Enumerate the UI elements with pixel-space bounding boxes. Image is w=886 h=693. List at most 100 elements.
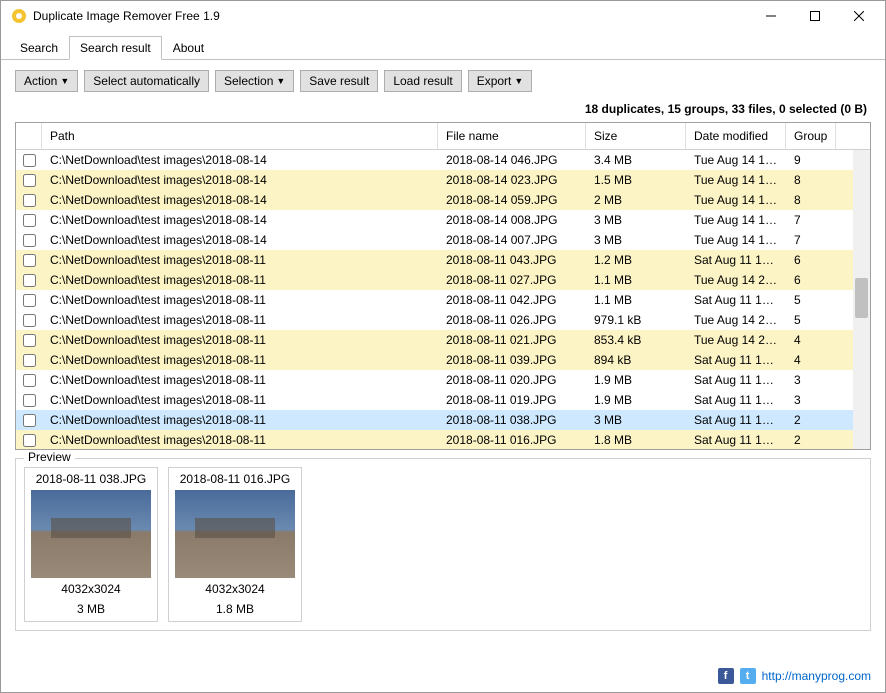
chevron-down-icon: ▼ <box>60 76 69 86</box>
thumb-size: 1.8 MB <box>169 602 301 618</box>
row-checkbox[interactable] <box>16 392 42 409</box>
cell-file: 2018-08-11 038.JPG <box>438 411 586 429</box>
row-checkbox[interactable] <box>16 332 42 349</box>
selection-button[interactable]: Selection▼ <box>215 70 294 92</box>
row-checkbox[interactable] <box>16 292 42 309</box>
cell-size: 3 MB <box>586 211 686 229</box>
cell-file: 2018-08-11 027.JPG <box>438 271 586 289</box>
row-checkbox[interactable] <box>16 172 42 189</box>
col-date[interactable]: Date modified <box>686 123 786 149</box>
table-row[interactable]: C:\NetDownload\test images\2018-08-14201… <box>16 190 870 210</box>
thumbnail-card[interactable]: 2018-08-11 016.JPG4032x30241.8 MB <box>168 467 302 622</box>
thumbnail-card[interactable]: 2018-08-11 038.JPG4032x30243 MB <box>24 467 158 622</box>
row-checkbox[interactable] <box>16 412 42 429</box>
cell-group: 5 <box>786 311 836 329</box>
select-automatically-button[interactable]: Select automatically <box>84 70 209 92</box>
cell-date: Tue Aug 14 15:... <box>686 151 786 169</box>
cell-path: C:\NetDownload\test images\2018-08-11 <box>42 251 438 269</box>
table-row[interactable]: C:\NetDownload\test images\2018-08-14201… <box>16 230 870 250</box>
table-row[interactable]: C:\NetDownload\test images\2018-08-11201… <box>16 430 870 449</box>
cell-path: C:\NetDownload\test images\2018-08-14 <box>42 231 438 249</box>
cell-file: 2018-08-11 019.JPG <box>438 391 586 409</box>
cell-file: 2018-08-14 008.JPG <box>438 211 586 229</box>
cell-path: C:\NetDownload\test images\2018-08-14 <box>42 191 438 209</box>
table-row[interactable]: C:\NetDownload\test images\2018-08-11201… <box>16 250 870 270</box>
cell-file: 2018-08-14 007.JPG <box>438 231 586 249</box>
cell-date: Tue Aug 14 22:... <box>686 271 786 289</box>
thumb-image <box>175 490 295 578</box>
save-result-button[interactable]: Save result <box>300 70 378 92</box>
cell-path: C:\NetDownload\test images\2018-08-14 <box>42 151 438 169</box>
scrollbar-thumb[interactable] <box>855 278 868 318</box>
col-group[interactable]: Group <box>786 123 836 149</box>
export-button[interactable]: Export▼ <box>468 70 533 92</box>
cell-group: 7 <box>786 231 836 249</box>
maximize-button[interactable] <box>793 1 837 31</box>
table-body: C:\NetDownload\test images\2018-08-14201… <box>16 150 870 449</box>
cell-path: C:\NetDownload\test images\2018-08-11 <box>42 371 438 389</box>
thumb-image <box>31 490 151 578</box>
facebook-icon[interactable]: f <box>718 668 734 684</box>
table-row[interactable]: C:\NetDownload\test images\2018-08-11201… <box>16 270 870 290</box>
col-checkbox[interactable] <box>16 123 42 149</box>
cell-file: 2018-08-11 042.JPG <box>438 291 586 309</box>
cell-date: Tue Aug 14 15:... <box>686 211 786 229</box>
row-checkbox[interactable] <box>16 192 42 209</box>
chevron-down-icon: ▼ <box>276 76 285 86</box>
preview-panel: Preview 2018-08-11 038.JPG4032x30243 MB2… <box>15 458 871 631</box>
table-row[interactable]: C:\NetDownload\test images\2018-08-11201… <box>16 350 870 370</box>
table-row[interactable]: C:\NetDownload\test images\2018-08-11201… <box>16 290 870 310</box>
cell-group: 8 <box>786 171 836 189</box>
cell-path: C:\NetDownload\test images\2018-08-11 <box>42 351 438 369</box>
tab-search[interactable]: Search <box>9 36 69 60</box>
tab-about[interactable]: About <box>162 36 215 60</box>
table-row[interactable]: C:\NetDownload\test images\2018-08-14201… <box>16 150 870 170</box>
table-row[interactable]: C:\NetDownload\test images\2018-08-11201… <box>16 370 870 390</box>
thumb-filename: 2018-08-11 016.JPG <box>169 468 301 490</box>
cell-size: 1.5 MB <box>586 171 686 189</box>
tab-search-result[interactable]: Search result <box>69 36 162 60</box>
col-path[interactable]: Path <box>42 123 438 149</box>
titlebar: Duplicate Image Remover Free 1.9 <box>1 1 885 31</box>
cell-path: C:\NetDownload\test images\2018-08-11 <box>42 271 438 289</box>
table-row[interactable]: C:\NetDownload\test images\2018-08-14201… <box>16 170 870 190</box>
col-size[interactable]: Size <box>586 123 686 149</box>
twitter-icon[interactable]: t <box>740 668 756 684</box>
cell-date: Tue Aug 14 22:... <box>686 311 786 329</box>
action-button[interactable]: Action▼ <box>15 70 78 92</box>
cell-path: C:\NetDownload\test images\2018-08-14 <box>42 171 438 189</box>
row-checkbox[interactable] <box>16 372 42 389</box>
table-header: Path File name Size Date modified Group <box>16 123 870 150</box>
cell-path: C:\NetDownload\test images\2018-08-11 <box>42 431 438 449</box>
cell-date: Sat Aug 11 19:... <box>686 291 786 309</box>
row-checkbox[interactable] <box>16 212 42 229</box>
row-checkbox[interactable] <box>16 232 42 249</box>
table-row[interactable]: C:\NetDownload\test images\2018-08-11201… <box>16 390 870 410</box>
row-checkbox[interactable] <box>16 352 42 369</box>
row-checkbox[interactable] <box>16 312 42 329</box>
cell-path: C:\NetDownload\test images\2018-08-11 <box>42 391 438 409</box>
col-file[interactable]: File name <box>438 123 586 149</box>
row-checkbox[interactable] <box>16 272 42 289</box>
row-checkbox[interactable] <box>16 252 42 269</box>
cell-size: 1.1 MB <box>586 291 686 309</box>
cell-date: Sat Aug 11 19:... <box>686 351 786 369</box>
minimize-button[interactable] <box>749 1 793 31</box>
load-result-button[interactable]: Load result <box>384 70 461 92</box>
close-button[interactable] <box>837 1 881 31</box>
cell-path: C:\NetDownload\test images\2018-08-11 <box>42 411 438 429</box>
cell-group: 9 <box>786 151 836 169</box>
row-checkbox[interactable] <box>16 432 42 449</box>
cell-file: 2018-08-11 020.JPG <box>438 371 586 389</box>
cell-group: 4 <box>786 351 836 369</box>
cell-group: 5 <box>786 291 836 309</box>
row-checkbox[interactable] <box>16 152 42 169</box>
toolbar: Action▼ Select automatically Selection▼ … <box>1 60 885 98</box>
table-row[interactable]: C:\NetDownload\test images\2018-08-11201… <box>16 330 870 350</box>
table-row[interactable]: C:\NetDownload\test images\2018-08-11201… <box>16 410 870 430</box>
table-row[interactable]: C:\NetDownload\test images\2018-08-14201… <box>16 210 870 230</box>
scrollbar[interactable] <box>853 150 870 449</box>
cell-date: Tue Aug 14 15:... <box>686 191 786 209</box>
footer-link[interactable]: http://manyprog.com <box>762 669 871 683</box>
table-row[interactable]: C:\NetDownload\test images\2018-08-11201… <box>16 310 870 330</box>
